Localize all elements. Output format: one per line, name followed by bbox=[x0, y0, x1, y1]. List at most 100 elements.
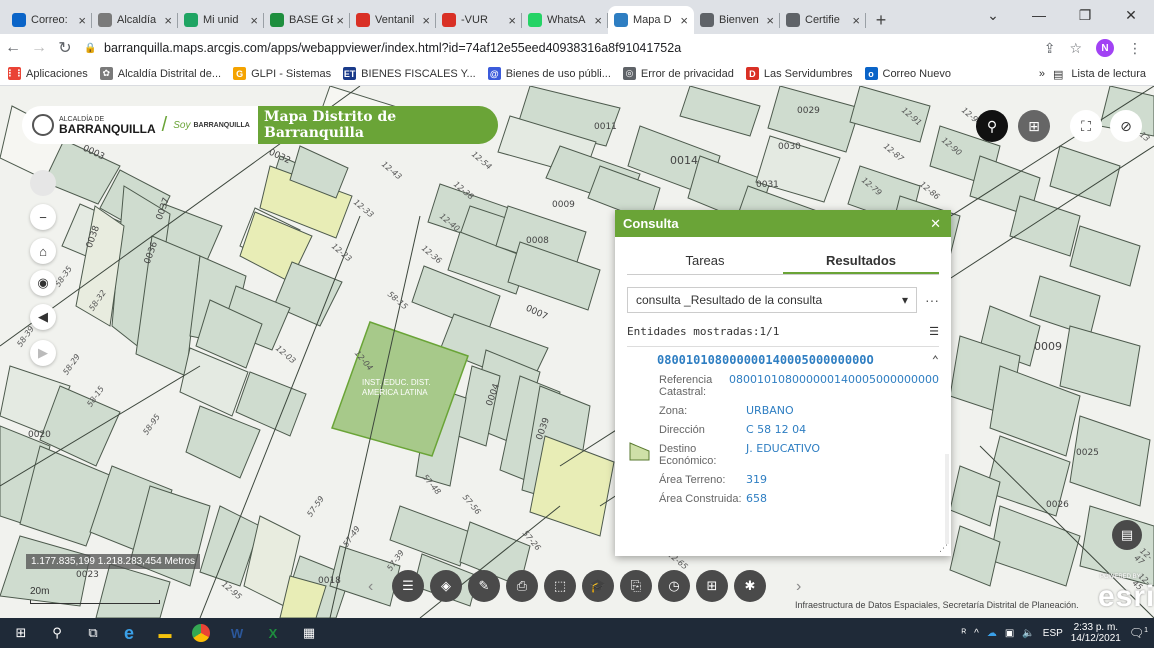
browser-tab[interactable]: Bienven × bbox=[694, 6, 780, 34]
attribute-value[interactable]: 080010108000000140005000000000 bbox=[729, 374, 939, 398]
browser-tab[interactable]: Mapa D × bbox=[608, 6, 694, 34]
my-location-button[interactable]: ◉ bbox=[30, 270, 56, 296]
calculator-icon[interactable]: ▦ bbox=[294, 618, 324, 648]
tab-tareas[interactable]: Tareas bbox=[627, 253, 783, 274]
file-explorer-icon[interactable]: ▬ bbox=[150, 618, 180, 648]
language-indicator[interactable]: ESP bbox=[1043, 628, 1063, 639]
tab-close-icon[interactable]: × bbox=[78, 13, 86, 28]
chevron-up-icon[interactable]: ⌃ bbox=[932, 353, 939, 367]
star-icon[interactable]: ☆ bbox=[1069, 40, 1082, 57]
tab-close-icon[interactable]: × bbox=[766, 13, 774, 28]
measure-button[interactable]: ✎ bbox=[468, 570, 500, 602]
task-view-icon[interactable]: ⧉ bbox=[78, 618, 108, 648]
word-icon[interactable]: W bbox=[222, 618, 252, 648]
overview-toggle-button[interactable] bbox=[30, 170, 56, 196]
bookmark-item[interactable]: o Correo Nuevo bbox=[864, 67, 951, 80]
resize-handle-icon[interactable]: ⋰ bbox=[939, 543, 948, 554]
maximize-button[interactable]: ❐ bbox=[1062, 4, 1108, 26]
new-tab-button[interactable]: + bbox=[866, 6, 896, 34]
browser-tab[interactable]: Ventanil × bbox=[350, 6, 436, 34]
reading-list-link[interactable]: Lista de lectura bbox=[1071, 68, 1146, 80]
close-icon[interactable]: ✕ bbox=[930, 216, 941, 232]
browser-tab[interactable]: Correo: × bbox=[6, 6, 92, 34]
profile-avatar[interactable]: N bbox=[1096, 39, 1114, 57]
attribute-value[interactable]: 319 bbox=[746, 474, 767, 486]
url-field[interactable]: 🔒 barranquilla.maps.arcgis.com/apps/weba… bbox=[84, 37, 1044, 59]
tab-search-icon[interactable]: ⌄ bbox=[970, 4, 1016, 26]
alcaldia-logo[interactable]: ALCALDÍA DE BARRANQUILLA / Soy BARRANQUI… bbox=[22, 106, 258, 144]
bookmark-item[interactable]: ✿ Alcaldía Distrital de... bbox=[99, 67, 221, 80]
network-icon[interactable]: ▣ bbox=[1005, 628, 1014, 639]
edge-icon[interactable]: e bbox=[114, 618, 144, 648]
bookmark-item[interactable]: ET BIENES FISCALES Y... bbox=[343, 67, 476, 80]
windows-start-icon[interactable]: ⊞ bbox=[6, 618, 36, 648]
sort-icon[interactable]: ☰ bbox=[929, 325, 939, 338]
tab-close-icon[interactable]: × bbox=[508, 13, 516, 28]
bookmark-button[interactable]: ⎘ bbox=[620, 570, 652, 602]
tab-close-icon[interactable]: × bbox=[680, 13, 688, 28]
tab-close-icon[interactable]: × bbox=[250, 13, 258, 28]
more-bookmarks-icon[interactable]: » bbox=[1039, 68, 1045, 80]
fullscreen-button[interactable]: ⛶ bbox=[1070, 110, 1102, 142]
bookmark-item[interactable]: ⋮⋮ Aplicaciones bbox=[6, 67, 88, 80]
close-window-button[interactable]: ✕ bbox=[1108, 4, 1154, 26]
panel-scrollbar[interactable] bbox=[945, 454, 949, 544]
tab-resultados[interactable]: Resultados bbox=[783, 253, 939, 274]
browser-tab[interactable]: Alcaldía × bbox=[92, 6, 178, 34]
attribute-value[interactable]: C 58 12 04 bbox=[746, 424, 806, 436]
tab-close-icon[interactable]: × bbox=[164, 13, 172, 28]
more-options-icon[interactable]: ··· bbox=[917, 292, 939, 308]
reload-button[interactable]: ↻ bbox=[52, 38, 78, 58]
tray-expand-icon[interactable]: ^ bbox=[974, 628, 979, 639]
result-select[interactable]: consulta _Resultado de la consulta ▾ bbox=[627, 287, 917, 313]
basemap-gallery-button[interactable]: ⊞ bbox=[696, 570, 728, 602]
search-parcel-button[interactable]: ⚲ bbox=[976, 110, 1008, 142]
browser-tab[interactable]: WhatsA × bbox=[522, 6, 608, 34]
clock[interactable]: 2:33 p. m. 14/12/2021 bbox=[1071, 622, 1121, 644]
layers-button[interactable]: ◈ bbox=[430, 570, 462, 602]
browser-tab[interactable]: BASE GE × bbox=[264, 6, 350, 34]
people-icon[interactable]: ᴿ bbox=[962, 628, 967, 639]
layer-list-button[interactable]: ⊞ bbox=[1018, 110, 1050, 142]
tab-close-icon[interactable]: × bbox=[594, 13, 602, 28]
result-item[interactable]: 08001010800000014000500000000O ⌃ Referen… bbox=[627, 353, 939, 505]
bookmark-item[interactable]: G GLPI - Sistemas bbox=[233, 67, 331, 80]
minimize-button[interactable]: — bbox=[1016, 4, 1062, 26]
map-view[interactable]: 0003 0037 0038 0036 0032 0009 0008 0007 … bbox=[0, 86, 1154, 618]
history-button[interactable]: ◷ bbox=[658, 570, 690, 602]
notifications-icon[interactable]: 🗨1 bbox=[1129, 626, 1148, 640]
browser-tab[interactable]: -VUR × bbox=[436, 6, 522, 34]
chrome-icon[interactable] bbox=[186, 618, 216, 648]
toolbar-prev-icon[interactable]: ‹ bbox=[368, 578, 373, 596]
education-button[interactable]: 🎓 bbox=[582, 570, 614, 602]
onedrive-icon[interactable]: ☁ bbox=[987, 628, 997, 639]
bookmark-item[interactable]: @ Bienes de uso públi... bbox=[487, 67, 611, 80]
home-button[interactable]: ⌂ bbox=[30, 238, 56, 264]
volume-icon[interactable]: 🔈 bbox=[1022, 628, 1034, 639]
select-button[interactable]: ⬚ bbox=[544, 570, 576, 602]
tab-close-icon[interactable]: × bbox=[422, 13, 430, 28]
toolbar-next-icon[interactable]: › bbox=[796, 578, 801, 596]
zoom-out-button[interactable]: − bbox=[30, 204, 56, 230]
previous-extent-button[interactable]: ◀ bbox=[30, 304, 56, 330]
back-button[interactable]: ← bbox=[0, 39, 26, 57]
attribute-value[interactable]: 658 bbox=[746, 493, 767, 505]
print-button[interactable]: ⎙ bbox=[506, 570, 538, 602]
tab-close-icon[interactable]: × bbox=[336, 13, 344, 28]
result-id[interactable]: 08001010800000014000500000000O bbox=[657, 353, 874, 367]
bookmark-item[interactable]: ◎ Error de privacidad bbox=[622, 67, 734, 80]
browser-tab[interactable]: Certifie × bbox=[780, 6, 866, 34]
hide-button[interactable]: ⊘ bbox=[1110, 110, 1142, 142]
attribute-value[interactable]: J. EDUCATIVO bbox=[746, 443, 820, 467]
forward-button[interactable]: → bbox=[26, 39, 52, 57]
browser-tab[interactable]: Mi unid × bbox=[178, 6, 264, 34]
share-icon[interactable]: ⇪ bbox=[1044, 40, 1056, 57]
result-header[interactable]: 08001010800000014000500000000O ⌃ bbox=[627, 353, 939, 367]
bookmark-item[interactable]: D Las Servidumbres bbox=[745, 67, 853, 80]
attribute-table-button[interactable]: ▤ bbox=[1112, 520, 1142, 550]
search-icon[interactable]: ⚲ bbox=[42, 618, 72, 648]
menu-icon[interactable]: ⋮ bbox=[1128, 40, 1142, 57]
next-extent-button[interactable]: ▶ bbox=[30, 340, 56, 366]
legend-button[interactable]: ☰ bbox=[392, 570, 424, 602]
attribute-value[interactable]: URBANO bbox=[746, 405, 794, 417]
